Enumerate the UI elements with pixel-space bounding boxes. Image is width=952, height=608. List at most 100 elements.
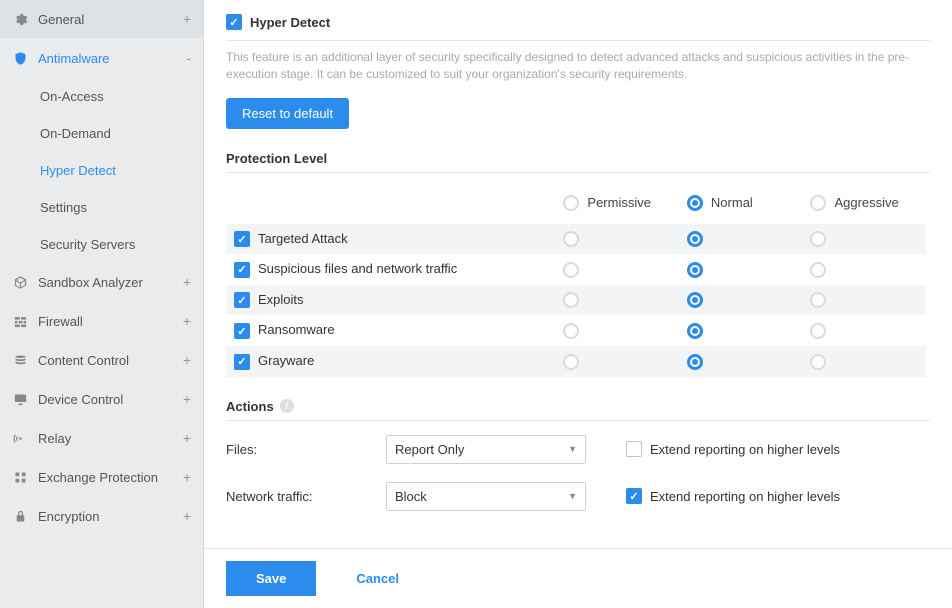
sidebar-item-label: Sandbox Analyzer bbox=[38, 275, 143, 290]
col-header: Normal bbox=[711, 195, 753, 210]
feature-description: This feature is an additional layer of s… bbox=[226, 40, 930, 84]
row-label: Ransomware bbox=[258, 322, 335, 337]
sidebar-item-relay[interactable]: Relay + bbox=[0, 419, 203, 458]
row-checkbox[interactable] bbox=[234, 262, 250, 278]
sidebar-sub-on-access[interactable]: On-Access bbox=[40, 78, 203, 115]
save-button[interactable]: Save bbox=[226, 561, 316, 596]
sidebar-item-exchange[interactable]: Exchange Protection + bbox=[0, 458, 203, 497]
expand-icon: + bbox=[183, 11, 191, 27]
radio-permissive[interactable] bbox=[563, 262, 579, 278]
radio-normal[interactable] bbox=[687, 323, 703, 339]
hyper-detect-toggle[interactable] bbox=[226, 14, 242, 30]
sidebar-item-label: Content Control bbox=[38, 353, 129, 368]
expand-icon: + bbox=[183, 313, 191, 329]
sidebar-item-general[interactable]: General + bbox=[0, 0, 203, 39]
monitor-icon bbox=[12, 391, 28, 407]
actions-heading: Actions i bbox=[226, 399, 930, 421]
exchange-icon bbox=[12, 469, 28, 485]
sidebar-submenu-antimalware: On-Access On-Demand Hyper Detect Setting… bbox=[0, 78, 203, 263]
sidebar-item-label: Exchange Protection bbox=[38, 470, 158, 485]
radio-normal[interactable] bbox=[687, 354, 703, 370]
col-header: Aggressive bbox=[834, 195, 898, 210]
radio-aggressive[interactable] bbox=[810, 292, 826, 308]
protection-level-heading: Protection Level bbox=[226, 151, 930, 173]
sidebar: General + Antimalware - On-Access On-Dem… bbox=[0, 0, 204, 608]
cancel-button[interactable]: Cancel bbox=[356, 571, 399, 586]
shield-icon bbox=[12, 50, 28, 66]
wall-icon bbox=[12, 313, 28, 329]
radio-aggressive-all[interactable] bbox=[810, 195, 826, 211]
sidebar-item-label: Device Control bbox=[38, 392, 123, 407]
select-value: Report Only bbox=[395, 442, 464, 457]
radio-aggressive[interactable] bbox=[810, 354, 826, 370]
radio-permissive[interactable] bbox=[563, 292, 579, 308]
sidebar-item-firewall[interactable]: Firewall + bbox=[0, 302, 203, 341]
table-row: Grayware bbox=[226, 346, 926, 377]
row-label: Grayware bbox=[258, 353, 314, 368]
network-action-select[interactable]: Block ▼ bbox=[386, 482, 586, 511]
signal-icon bbox=[12, 430, 28, 446]
sidebar-item-label: Antimalware bbox=[38, 51, 110, 66]
sidebar-item-label: Relay bbox=[38, 431, 71, 446]
col-header: Permissive bbox=[587, 195, 651, 210]
row-checkbox[interactable] bbox=[234, 292, 250, 308]
sidebar-item-encryption[interactable]: Encryption + bbox=[0, 497, 203, 536]
table-row: Ransomware bbox=[226, 315, 926, 346]
table-row: Suspicious files and network traffic bbox=[226, 254, 926, 285]
radio-normal[interactable] bbox=[687, 292, 703, 308]
expand-icon: + bbox=[183, 352, 191, 368]
extend-files-label: Extend reporting on higher levels bbox=[650, 442, 840, 457]
select-value: Block bbox=[395, 489, 427, 504]
sidebar-item-content-control[interactable]: Content Control + bbox=[0, 341, 203, 380]
chevron-down-icon: ▼ bbox=[568, 491, 577, 501]
sidebar-sub-settings[interactable]: Settings bbox=[40, 189, 203, 226]
lock-icon bbox=[12, 508, 28, 524]
expand-icon: + bbox=[183, 508, 191, 524]
row-checkbox[interactable] bbox=[234, 323, 250, 339]
chevron-down-icon: ▼ bbox=[568, 444, 577, 454]
radio-normal-all[interactable] bbox=[687, 195, 703, 211]
page-title: Hyper Detect bbox=[250, 15, 330, 30]
gear-icon bbox=[12, 11, 28, 27]
sidebar-item-sandbox[interactable]: Sandbox Analyzer + bbox=[0, 263, 203, 302]
cube-icon bbox=[12, 274, 28, 290]
sidebar-item-label: Firewall bbox=[38, 314, 83, 329]
row-label: Targeted Attack bbox=[258, 231, 348, 246]
sidebar-sub-on-demand[interactable]: On-Demand bbox=[40, 115, 203, 152]
sidebar-sub-security-servers[interactable]: Security Servers bbox=[40, 226, 203, 263]
row-label: Exploits bbox=[258, 292, 304, 307]
network-label: Network traffic: bbox=[226, 489, 386, 504]
table-row: Targeted Attack bbox=[226, 224, 926, 255]
radio-permissive[interactable] bbox=[563, 354, 579, 370]
radio-permissive[interactable] bbox=[563, 323, 579, 339]
files-label: Files: bbox=[226, 442, 386, 457]
row-checkbox[interactable] bbox=[234, 354, 250, 370]
sidebar-item-label: Encryption bbox=[38, 509, 99, 524]
stack-icon bbox=[12, 352, 28, 368]
radio-aggressive[interactable] bbox=[810, 262, 826, 278]
files-action-select[interactable]: Report Only ▼ bbox=[386, 435, 586, 464]
collapse-icon: - bbox=[186, 50, 191, 66]
radio-aggressive[interactable] bbox=[810, 323, 826, 339]
radio-permissive-all[interactable] bbox=[563, 195, 579, 211]
sidebar-sub-hyper-detect[interactable]: Hyper Detect bbox=[40, 152, 203, 189]
sidebar-item-device-control[interactable]: Device Control + bbox=[0, 380, 203, 419]
protection-level-table: Permissive Normal Aggressive Targeted At… bbox=[226, 185, 926, 377]
table-row: Exploits bbox=[226, 285, 926, 316]
extend-network-label: Extend reporting on higher levels bbox=[650, 489, 840, 504]
radio-aggressive[interactable] bbox=[810, 231, 826, 247]
row-checkbox[interactable] bbox=[234, 231, 250, 247]
radio-normal[interactable] bbox=[687, 231, 703, 247]
extend-files-checkbox[interactable] bbox=[626, 441, 642, 457]
expand-icon: + bbox=[183, 430, 191, 446]
row-label: Suspicious files and network traffic bbox=[258, 261, 457, 276]
reset-default-button[interactable]: Reset to default bbox=[226, 98, 349, 129]
info-icon: i bbox=[280, 399, 294, 413]
extend-network-checkbox[interactable] bbox=[626, 488, 642, 504]
expand-icon: + bbox=[183, 469, 191, 485]
expand-icon: + bbox=[183, 274, 191, 290]
sidebar-item-antimalware[interactable]: Antimalware - bbox=[0, 39, 203, 78]
radio-permissive[interactable] bbox=[563, 231, 579, 247]
radio-normal[interactable] bbox=[687, 262, 703, 278]
expand-icon: + bbox=[183, 391, 191, 407]
